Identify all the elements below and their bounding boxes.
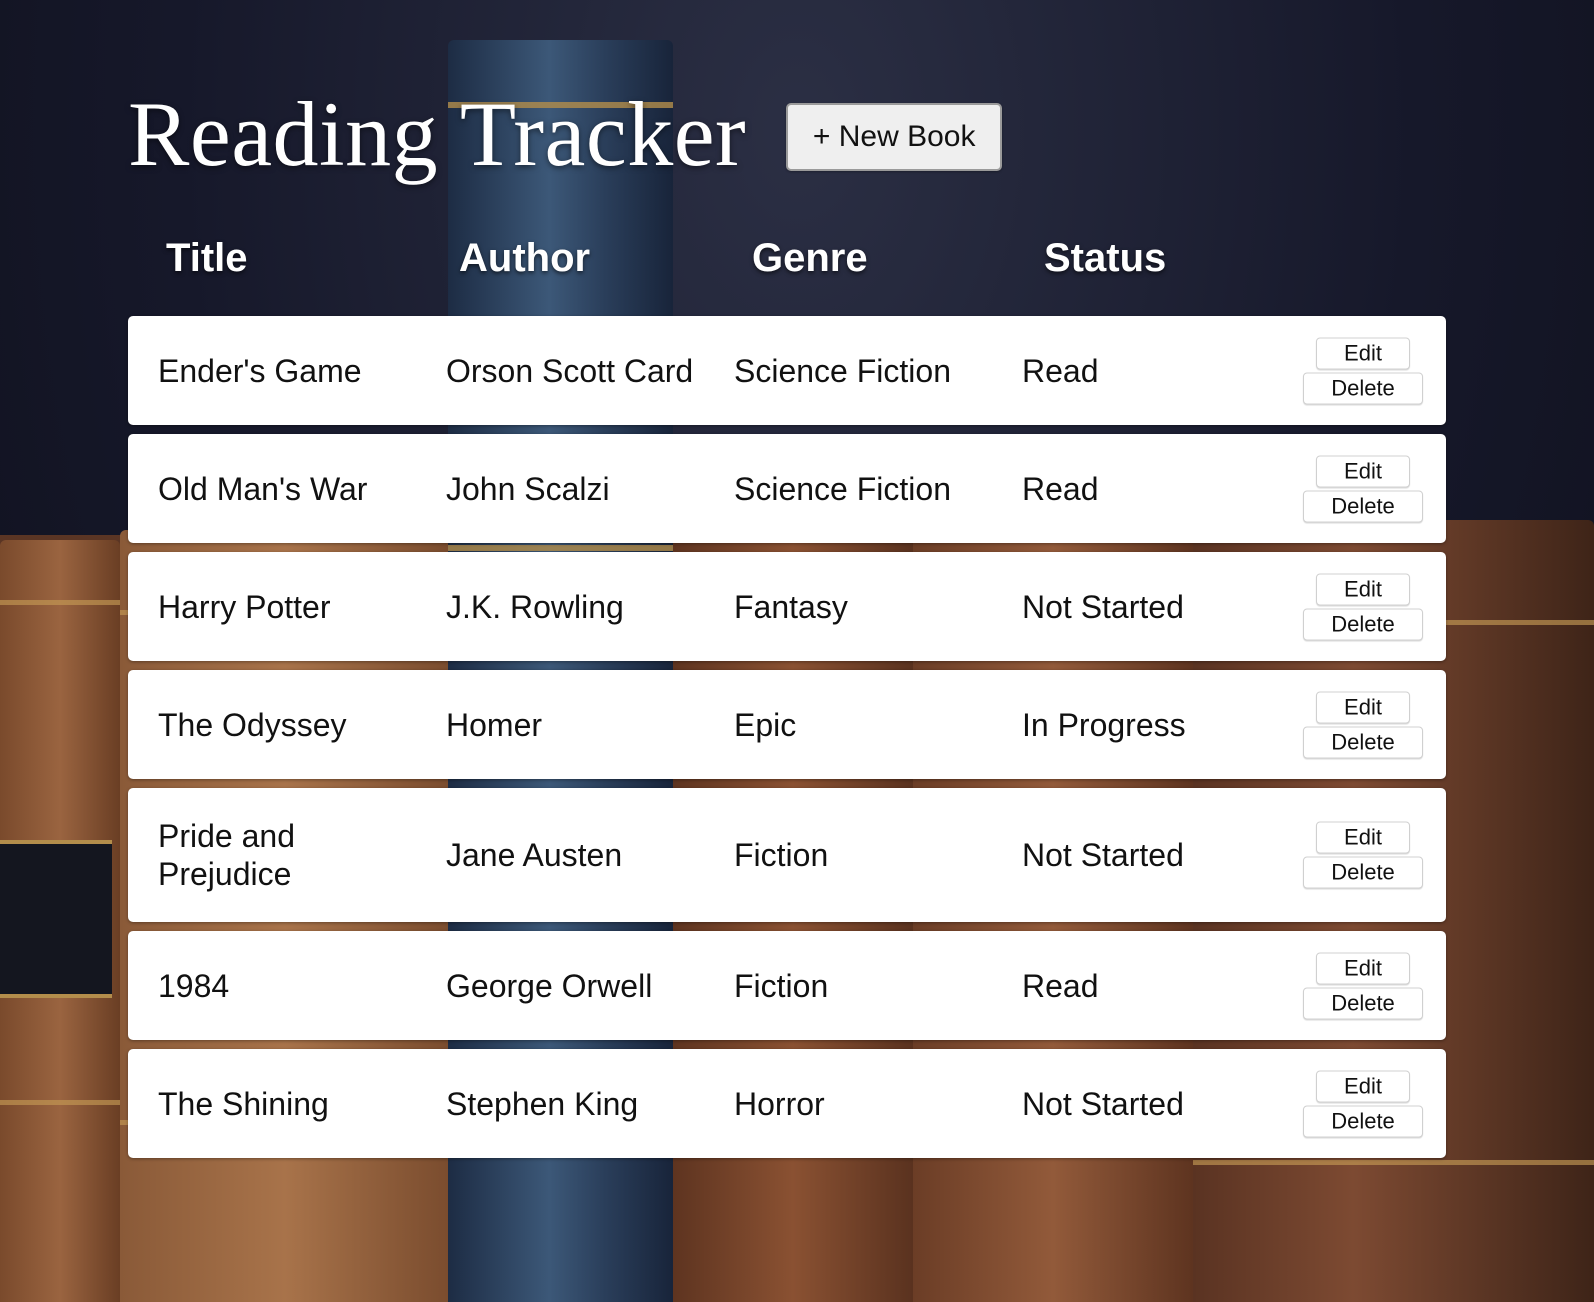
row-actions: Edit Delete — [1302, 1070, 1424, 1137]
edit-button[interactable]: Edit — [1316, 952, 1410, 984]
book-status: Not Started — [1022, 837, 1184, 873]
book-status: In Progress — [1022, 706, 1186, 743]
book-title: Ender's Game — [158, 352, 362, 389]
book-row: Ender's Game Orson Scott Card Science Fi… — [128, 316, 1446, 425]
book-title: Pride and Prejudice — [158, 818, 295, 892]
row-actions: Edit Delete — [1302, 691, 1424, 758]
book-genre: Science Fiction — [734, 352, 951, 389]
book-genre: Fiction — [734, 837, 829, 873]
row-actions: Edit Delete — [1302, 455, 1424, 522]
book-author: J.K. Rowling — [446, 588, 624, 625]
row-actions: Edit Delete — [1302, 821, 1424, 889]
book-row: The Shining Stephen King Horror Not Star… — [128, 1049, 1446, 1158]
delete-button[interactable]: Delete — [1303, 1105, 1423, 1137]
edit-button[interactable]: Edit — [1316, 455, 1410, 487]
book-author: Jane Austen — [446, 837, 623, 873]
book-title: Harry Potter — [158, 588, 331, 625]
book-author: John Scalzi — [446, 470, 610, 507]
book-genre: Fiction — [734, 967, 829, 1004]
book-row: The Odyssey Homer Epic In Progress Edit … — [128, 670, 1446, 779]
book-genre: Epic — [734, 706, 797, 743]
page-header: Reading Tracker + New Book — [128, 83, 1003, 185]
book-row: 1984 George Orwell Fiction Read Edit Del… — [128, 931, 1446, 1040]
book-genre: Fantasy — [734, 588, 848, 625]
book-author: George Orwell — [446, 967, 653, 1004]
book-genre: Science Fiction — [734, 470, 951, 507]
edit-button[interactable]: Edit — [1316, 1070, 1410, 1102]
delete-button[interactable]: Delete — [1303, 490, 1423, 522]
book-status: Read — [1022, 470, 1099, 507]
book-author: Stephen King — [446, 1085, 639, 1122]
book-list: Ender's Game Orson Scott Card Science Fi… — [128, 316, 1446, 1167]
book-row: Old Man's War John Scalzi Science Fictio… — [128, 434, 1446, 543]
row-actions: Edit Delete — [1302, 573, 1424, 640]
book-row: Harry Potter J.K. Rowling Fantasy Not St… — [128, 552, 1446, 661]
edit-button[interactable]: Edit — [1316, 821, 1410, 854]
book-title: The Odyssey — [158, 706, 347, 743]
delete-button[interactable]: Delete — [1303, 608, 1423, 640]
book-title: Old Man's War — [158, 470, 368, 507]
column-header-status: Status — [1044, 236, 1167, 280]
new-book-button[interactable]: + New Book — [786, 103, 1003, 171]
page-title: Reading Tracker — [128, 83, 747, 185]
book-title: 1984 — [158, 967, 230, 1004]
edit-button[interactable]: Edit — [1316, 691, 1410, 723]
column-header-title: Title — [166, 236, 248, 280]
book-status: Not Started — [1022, 1085, 1184, 1122]
book-status: Not Started — [1022, 588, 1184, 625]
edit-button[interactable]: Edit — [1316, 573, 1410, 605]
book-author: Homer — [446, 706, 543, 743]
table-header: Title Author Genre Status — [128, 236, 1446, 290]
edit-button[interactable]: Edit — [1316, 337, 1410, 369]
book-status: Read — [1022, 967, 1099, 1004]
column-header-author: Author — [459, 236, 591, 280]
row-actions: Edit Delete — [1302, 952, 1424, 1019]
book-status: Read — [1022, 352, 1099, 389]
book-genre: Horror — [734, 1085, 825, 1122]
column-header-genre: Genre — [752, 236, 868, 280]
reading-tracker-app: Reading Tracker + New Book Title Author … — [0, 0, 1594, 1302]
delete-button[interactable]: Delete — [1303, 987, 1423, 1019]
row-actions: Edit Delete — [1302, 337, 1424, 404]
delete-button[interactable]: Delete — [1303, 726, 1423, 758]
book-title: The Shining — [158, 1085, 329, 1122]
book-row: Pride and Prejudice Jane Austen Fiction … — [128, 788, 1446, 922]
book-author: Orson Scott Card — [446, 352, 694, 389]
delete-button[interactable]: Delete — [1303, 372, 1423, 404]
delete-button[interactable]: Delete — [1303, 856, 1423, 889]
